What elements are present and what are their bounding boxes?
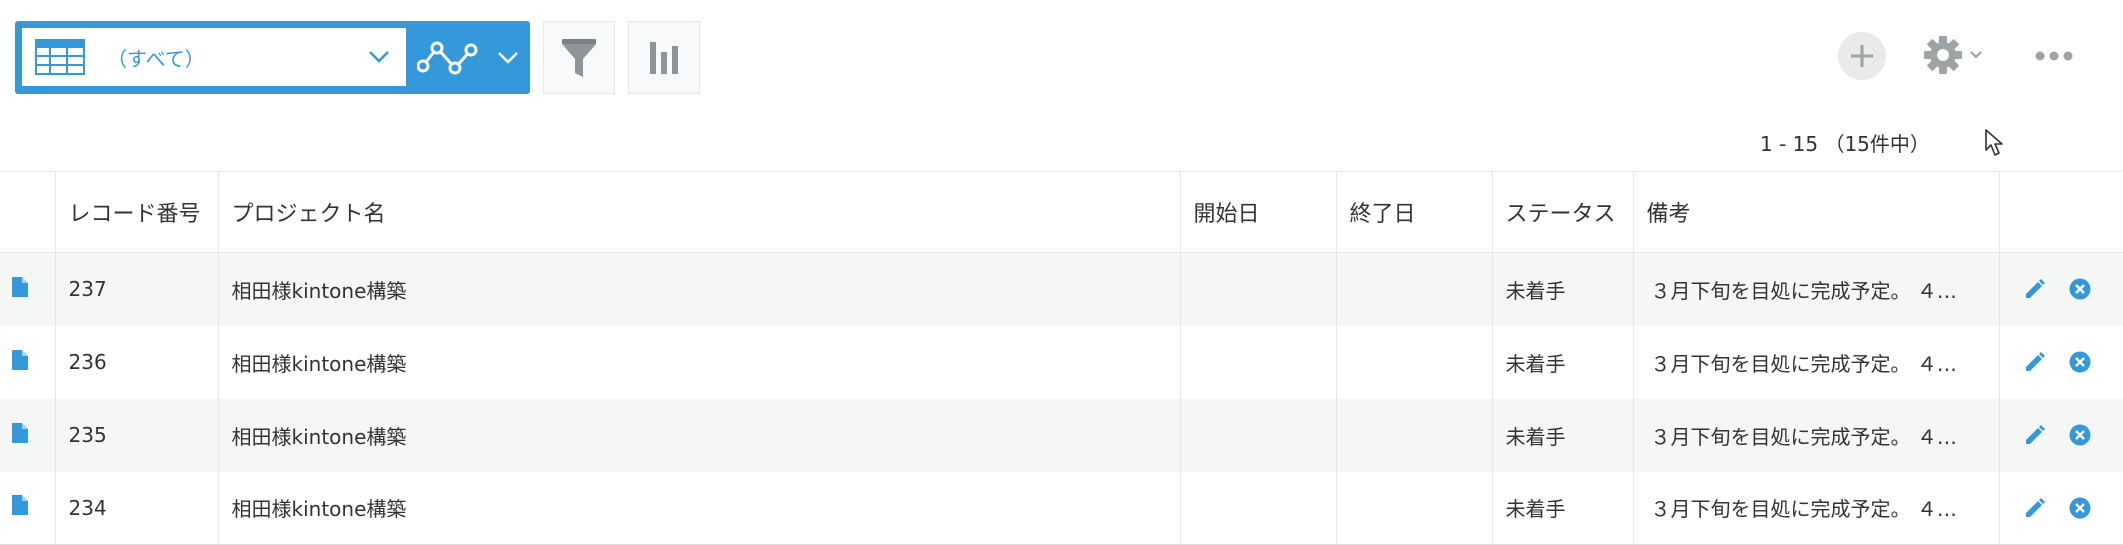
header-actions-column: [1998, 171, 2123, 253]
table-row: 237 相田様kintone構築 未着手 ３月下旬を目処に完成予定。 ４…: [0, 252, 2123, 326]
cell-status: 未着手: [1491, 398, 1633, 472]
header-record-number[interactable]: レコード番号: [54, 171, 218, 253]
cell-start-date: [1179, 471, 1336, 545]
header-end-date[interactable]: 終了日: [1335, 171, 1492, 253]
record-detail-icon[interactable]: [11, 276, 29, 298]
edit-pencil-icon[interactable]: [2023, 423, 2047, 447]
chevron-down-icon: [479, 51, 519, 65]
cell-note: ３月下旬を目処に完成予定。 ４…: [1632, 325, 1999, 399]
cell-end-date: [1335, 325, 1492, 399]
edit-pencil-icon[interactable]: [2023, 277, 2047, 301]
line-graph-icon: [417, 38, 479, 78]
header-project-name[interactable]: プロジェクト名: [217, 171, 1180, 253]
table-row: 234 相田様kintone構築 未着手 ３月下旬を目処に完成予定。 ４…: [0, 471, 2123, 545]
settings-menu-button[interactable]: [1923, 34, 1989, 76]
table-header-row: レコード番号 プロジェクト名 開始日 終了日 ステータス 備考: [0, 171, 2123, 253]
record-detail-icon[interactable]: [11, 349, 29, 371]
record-detail-icon[interactable]: [11, 422, 29, 444]
delete-circle-icon[interactable]: [2069, 351, 2091, 373]
cell-record-number: 234: [54, 471, 218, 545]
record-list-table: レコード番号 プロジェクト名 開始日 終了日 ステータス 備考 237 相田様k…: [0, 171, 2123, 545]
header-status[interactable]: ステータス: [1491, 171, 1633, 253]
cell-record-number: 235: [54, 398, 218, 472]
gear-icon: [1923, 35, 1963, 75]
filter-button[interactable]: [543, 21, 615, 94]
cell-status: 未着手: [1491, 471, 1633, 545]
table-row: 236 相田様kintone構築 未着手 ３月下旬を目処に完成予定。 ４…: [0, 325, 2123, 399]
chevron-down-icon: [1969, 50, 1983, 60]
delete-circle-icon[interactable]: [2069, 278, 2091, 300]
edit-pencil-icon[interactable]: [2023, 350, 2047, 374]
cell-status: 未着手: [1491, 252, 1633, 326]
header-note[interactable]: 備考: [1632, 171, 1999, 253]
header-start-date[interactable]: 開始日: [1179, 171, 1336, 253]
header-icon-column: [0, 171, 55, 253]
cell-record-number: 237: [54, 252, 218, 326]
view-select-dropdown[interactable]: （すべて）: [22, 28, 406, 86]
cell-note: ３月下旬を目処に完成予定。 ４…: [1632, 471, 1999, 545]
view-selector-group: （すべて）: [15, 21, 530, 94]
cell-status: 未着手: [1491, 325, 1633, 399]
cell-end-date: [1335, 252, 1492, 326]
cell-end-date: [1335, 471, 1492, 545]
delete-circle-icon[interactable]: [2069, 424, 2091, 446]
more-options-button[interactable]: [2031, 44, 2077, 68]
add-record-button[interactable]: [1838, 32, 1886, 80]
table-icon: [22, 39, 85, 75]
cell-project-name: 相田様kintone構築: [217, 471, 1180, 545]
cell-note: ３月下旬を目処に完成予定。 ４…: [1632, 252, 1999, 326]
record-detail-icon[interactable]: [11, 494, 29, 516]
cell-start-date: [1179, 398, 1336, 472]
cell-note: ３月下旬を目処に完成予定。 ４…: [1632, 398, 1999, 472]
bar-chart-icon: [648, 40, 680, 76]
view-name-label: （すべて）: [107, 46, 205, 71]
funnel-icon: [560, 37, 598, 79]
chevron-down-icon: [368, 50, 406, 64]
edit-pencil-icon[interactable]: [2023, 496, 2047, 520]
cell-project-name: 相田様kintone構築: [217, 325, 1180, 399]
plus-icon: [1849, 43, 1875, 69]
delete-circle-icon[interactable]: [2069, 497, 2091, 519]
cell-record-number: 236: [54, 325, 218, 399]
pagination-label: 1 - 15 （15件中）: [1760, 132, 1930, 156]
chart-button[interactable]: [628, 21, 700, 94]
graph-menu-button[interactable]: [406, 21, 530, 94]
cell-start-date: [1179, 252, 1336, 326]
cell-start-date: [1179, 325, 1336, 399]
cell-project-name: 相田様kintone構築: [217, 398, 1180, 472]
table-row: 235 相田様kintone構築 未着手 ３月下旬を目処に完成予定。 ４…: [0, 398, 2123, 472]
ellipsis-icon: [2035, 51, 2073, 61]
cell-end-date: [1335, 398, 1492, 472]
cell-project-name: 相田様kintone構築: [217, 252, 1180, 326]
